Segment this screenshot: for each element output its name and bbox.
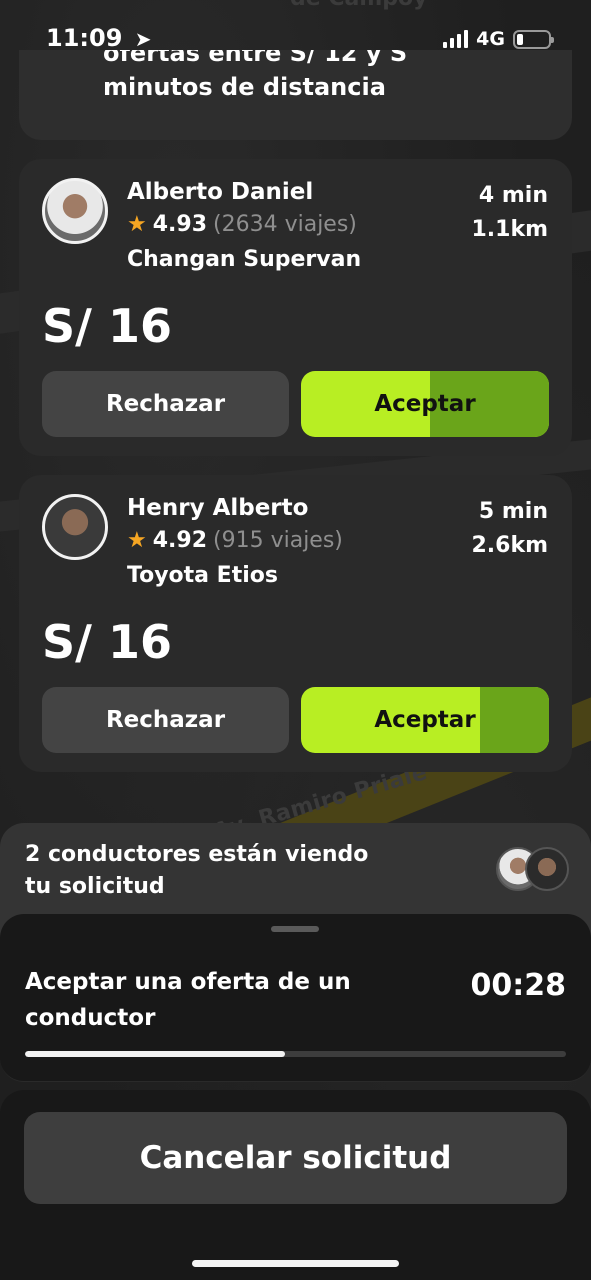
distance: 2.6km — [471, 533, 548, 558]
driver-avatar — [42, 178, 108, 244]
driver-offer-card: Henry Alberto ★ 4.92 (915 viajes) Toyota… — [19, 475, 572, 772]
eta-time: 5 min — [478, 499, 548, 524]
eta-distance: 5 min 2.6km — [471, 495, 548, 563]
reject-button[interactable]: Rechazar — [42, 371, 289, 437]
offer-timer-sheet: Aceptar una oferta de un conductor 00:28 — [0, 914, 591, 1082]
rating-value: 4.92 — [152, 528, 208, 553]
driver-rating: ★ 4.92 (915 viajes) — [127, 528, 343, 553]
star-icon: ★ — [127, 528, 147, 553]
driver-avatar — [42, 494, 108, 560]
countdown-timer: 00:28 — [470, 968, 567, 1003]
rating-value: 4.93 — [152, 212, 208, 237]
offer-price: S/ 16 — [42, 615, 172, 669]
battery-level — [517, 33, 523, 45]
sheet-drag-handle[interactable] — [271, 926, 319, 932]
car-model: Changan Supervan — [127, 247, 362, 272]
status-time: 11:09 ➤ — [46, 24, 152, 52]
viewer-avatar — [525, 847, 569, 891]
home-indicator[interactable] — [192, 1260, 399, 1267]
driver-rating: ★ 4.93 (2634 viajes) — [127, 212, 357, 237]
sheet-title: Aceptar una oferta de un conductor — [25, 969, 351, 1031]
trip-count: (915 viajes) — [213, 528, 343, 553]
car-model: Toyota Etios — [127, 563, 278, 588]
trip-count: (2634 viajes) — [213, 212, 357, 237]
star-icon: ★ — [127, 212, 147, 237]
countdown-progress — [25, 1051, 566, 1057]
accept-button[interactable]: Aceptar — [301, 687, 549, 753]
drivers-viewing-text: 2 conductores están viendo tu solicitud — [25, 842, 369, 899]
offer-price: S/ 16 — [42, 299, 172, 353]
battery-icon — [513, 29, 554, 49]
driver-name: Alberto Daniel — [127, 179, 314, 205]
accept-timer-fill — [479, 687, 549, 753]
status-indicators: 4G — [443, 28, 554, 50]
driver-name: Henry Alberto — [127, 495, 309, 521]
cancel-request-button[interactable]: Cancelar solicitud — [24, 1112, 567, 1204]
accept-label: Aceptar — [374, 391, 476, 417]
bottom-panel: Cancelar solicitud — [0, 1090, 591, 1280]
accept-label: Aceptar — [374, 707, 476, 733]
network-type: 4G — [476, 28, 505, 50]
eta-time: 4 min — [478, 183, 548, 208]
signal-icon — [443, 30, 469, 48]
offers-info-text: ofertas entre S/ 12 y S minutos de dista… — [103, 50, 407, 104]
eta-distance: 4 min 1.1km — [471, 179, 548, 247]
location-arrow-icon: ➤ — [134, 27, 152, 51]
offers-info-card: ofertas entre S/ 12 y S minutos de dista… — [19, 50, 572, 140]
accept-button[interactable]: Aceptar — [301, 371, 549, 437]
driver-offer-card: Alberto Daniel ★ 4.93 (2634 viajes) Chan… — [19, 159, 572, 456]
offers-info-line1: ofertas entre S/ 12 y S — [103, 50, 408, 67]
offers-info-line2: minutos de distancia — [103, 73, 386, 101]
reject-button[interactable]: Rechazar — [42, 687, 289, 753]
distance: 1.1km — [471, 217, 548, 242]
countdown-progress-fill — [25, 1051, 285, 1057]
